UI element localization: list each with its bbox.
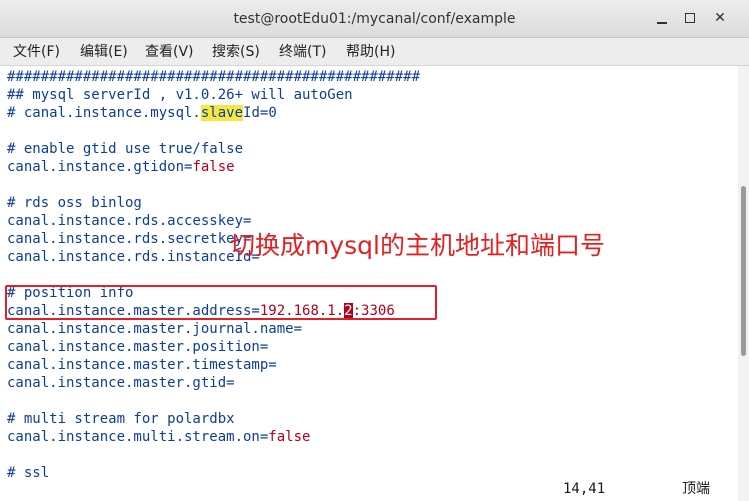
editor-line: # enable gtid use true/false: [7, 141, 244, 157]
editor-line: canal.instance.multi.stream.on=false: [7, 428, 310, 446]
editor-line: canal.instance.rds.secretkey=: [7, 231, 252, 247]
vertical-scrollbar[interactable]: [738, 66, 749, 501]
editor-line: # canal.instance.mysql.slaveId=0: [7, 104, 277, 122]
editor-line: # rds oss binlog: [7, 195, 142, 211]
editor-line: canal.instance.master.position=: [7, 339, 269, 355]
close-icon: ✕: [714, 10, 726, 26]
editor-line: ## mysql serverId , v1.0.26+ will autoGe…: [7, 87, 353, 103]
editor-line: canal.instance.rds.instanceId=: [7, 249, 260, 265]
minimize-icon: [657, 22, 667, 24]
editor-line: ########################################…: [7, 69, 421, 85]
menu-help[interactable]: 帮助(H): [346, 43, 395, 61]
editor-line: # ssl: [7, 465, 50, 481]
editor-line: canal.instance.gtidon=false: [7, 158, 235, 176]
editor-line: canal.instance.rds.accesskey=: [7, 213, 252, 229]
annotation-highlight-box: [5, 285, 437, 320]
annotation-text: 切换成mysql的主机地址和端口号: [230, 231, 605, 260]
maximize-icon: [685, 13, 695, 23]
close-button[interactable]: ✕: [710, 8, 730, 28]
editor-line: canal.instance.master.gtid=: [7, 375, 235, 391]
editor-line: # multi stream for polardbx: [7, 411, 235, 427]
line-key: canal.instance.multi.stream.on=: [7, 429, 269, 445]
line-text: Id=0: [243, 105, 277, 121]
menu-search[interactable]: 搜索(S): [212, 43, 260, 61]
line-key: canal.instance.gtidon=: [7, 159, 193, 175]
line-value: false: [268, 429, 311, 445]
menu-view[interactable]: 查看(V): [145, 43, 194, 61]
line-value: false: [192, 159, 235, 175]
editor-line: canal.instance.master.journal.name=: [7, 321, 303, 337]
search-highlight: slave: [200, 105, 244, 121]
line-text: # canal.instance.mysql.: [7, 105, 201, 121]
scrollbar-thumb[interactable]: [741, 186, 746, 356]
terminal-text-area[interactable]: ########################################…: [0, 66, 738, 501]
editor-line: canal.instance.master.timestamp=: [7, 357, 277, 373]
menu-terminal[interactable]: 终端(T): [279, 43, 326, 61]
menu-edit[interactable]: 编辑(E): [80, 43, 128, 61]
window-titlebar[interactable]: test@rootEdu01:/mycanal/conf/example ✕: [0, 0, 749, 38]
menu-bar: 文件(F) 编辑(E) 查看(V) 搜索(S) 终端(T) 帮助(H): [0, 38, 749, 66]
window-title: test@rootEdu01:/mycanal/conf/example: [233, 11, 516, 27]
maximize-button[interactable]: [680, 8, 700, 28]
scroll-position: 顶端: [682, 481, 710, 497]
menu-file[interactable]: 文件(F): [13, 43, 60, 61]
minimize-button[interactable]: [652, 8, 672, 28]
cursor-position: 14,41: [563, 481, 606, 497]
